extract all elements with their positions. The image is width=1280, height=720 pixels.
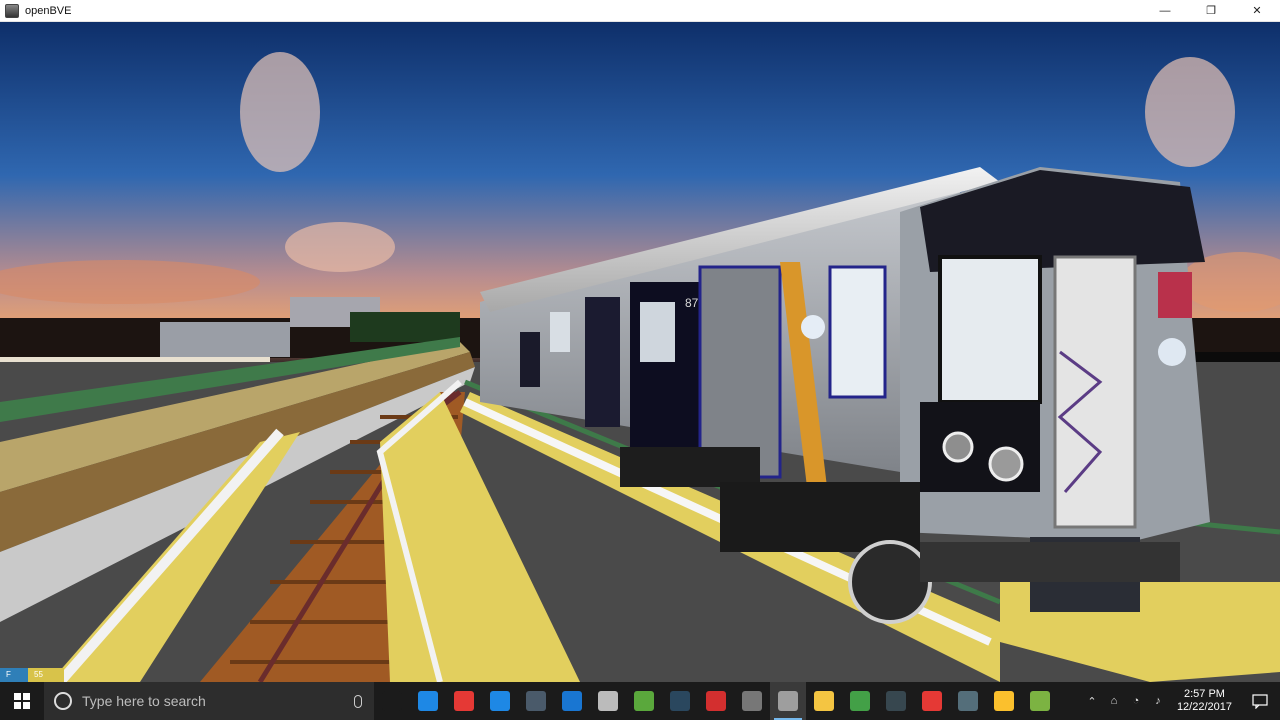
file-explorer-icon[interactable] xyxy=(806,682,842,720)
dark-arrow-icon[interactable] xyxy=(878,682,914,720)
taskbar-apps xyxy=(374,682,1058,720)
network-icon[interactable]: ⌂ xyxy=(1103,695,1125,707)
chrome-icon[interactable] xyxy=(986,682,1022,720)
file-explorer-icon-glyph xyxy=(814,691,834,711)
dark-arrow-icon-glyph xyxy=(886,691,906,711)
train-scene: 8717 xyxy=(0,22,1280,682)
red-arrow-icon[interactable] xyxy=(914,682,950,720)
system-tray: ⌃ ⌂ ◔ ♪ 2:57 PM 12/22/2017 xyxy=(1081,682,1280,720)
edge-icon[interactable] xyxy=(554,682,590,720)
store-icon-glyph xyxy=(742,691,762,711)
notification-icon xyxy=(1252,694,1268,709)
edge-icon-glyph xyxy=(562,691,582,711)
text-app-icon-glyph xyxy=(598,691,618,711)
dark-app-icon-glyph xyxy=(526,691,546,711)
clock-date: 12/22/2017 xyxy=(1176,701,1232,713)
chevron-up-icon[interactable]: ⌃ xyxy=(1081,695,1103,708)
photos-icon[interactable] xyxy=(842,682,878,720)
record-icon-glyph xyxy=(706,691,726,711)
notepad-icon[interactable] xyxy=(1022,682,1058,720)
search-box[interactable]: Type here to search xyxy=(44,682,374,720)
windows-logo-icon xyxy=(14,693,30,709)
task-view-icon[interactable] xyxy=(374,682,410,720)
steam-icon[interactable] xyxy=(662,682,698,720)
start-button[interactable] xyxy=(0,682,44,720)
title-bar: openBVE — ❐ ✕ xyxy=(0,0,1280,22)
hud-right: 55 xyxy=(28,668,64,682)
steam-icon-glyph xyxy=(670,691,690,711)
store-icon[interactable] xyxy=(734,682,770,720)
openbve-icon[interactable] xyxy=(770,682,806,720)
chrome-icon-glyph xyxy=(994,691,1014,711)
notepad-icon-glyph xyxy=(1030,691,1050,711)
red-app-icon-glyph xyxy=(454,691,474,711)
maximize-button[interactable]: ❐ xyxy=(1188,0,1234,22)
search-placeholder: Type here to search xyxy=(82,693,206,709)
dark-app-icon[interactable] xyxy=(518,682,554,720)
text-app-icon[interactable] xyxy=(590,682,626,720)
audio-app-icon[interactable] xyxy=(950,682,986,720)
teamviewer-icon-glyph xyxy=(490,691,510,711)
volume-icon[interactable]: ♪ xyxy=(1147,695,1169,707)
red-arrow-icon-glyph xyxy=(922,691,942,711)
audio-app-icon-glyph xyxy=(958,691,978,711)
window-title: openBVE xyxy=(25,4,72,17)
clock[interactable]: 2:57 PM 12/22/2017 xyxy=(1169,688,1240,714)
record-icon[interactable] xyxy=(698,682,734,720)
openbve-app-icon xyxy=(5,3,19,18)
action-center-button[interactable] xyxy=(1240,682,1280,720)
teamviewer-icon[interactable] xyxy=(482,682,518,720)
clock-time: 2:57 PM xyxy=(1183,688,1225,700)
wifi-icon[interactable]: ◔ xyxy=(1125,695,1147,707)
task-view-icon-glyph xyxy=(382,691,402,711)
gta-icon[interactable] xyxy=(626,682,662,720)
microphone-icon[interactable] xyxy=(354,694,362,708)
minimize-button[interactable]: — xyxy=(1142,0,1188,22)
photos-icon-glyph xyxy=(850,691,870,711)
hud-left: F xyxy=(0,668,28,682)
cortana-icon xyxy=(54,692,72,710)
maps-icon-glyph xyxy=(418,691,438,711)
close-button[interactable]: ✕ xyxy=(1234,0,1280,22)
speed-indicator: F 55 xyxy=(0,668,64,682)
openbve-icon-glyph xyxy=(778,691,798,711)
maps-icon[interactable] xyxy=(410,682,446,720)
simulation-viewport[interactable]: 8717 xyxy=(0,22,1280,682)
gta-icon-glyph xyxy=(634,691,654,711)
windows-taskbar: Type here to search ⌃ ⌂ ◔ ♪ 2:57 PM 12/2… xyxy=(0,682,1280,720)
red-app-icon[interactable] xyxy=(446,682,482,720)
